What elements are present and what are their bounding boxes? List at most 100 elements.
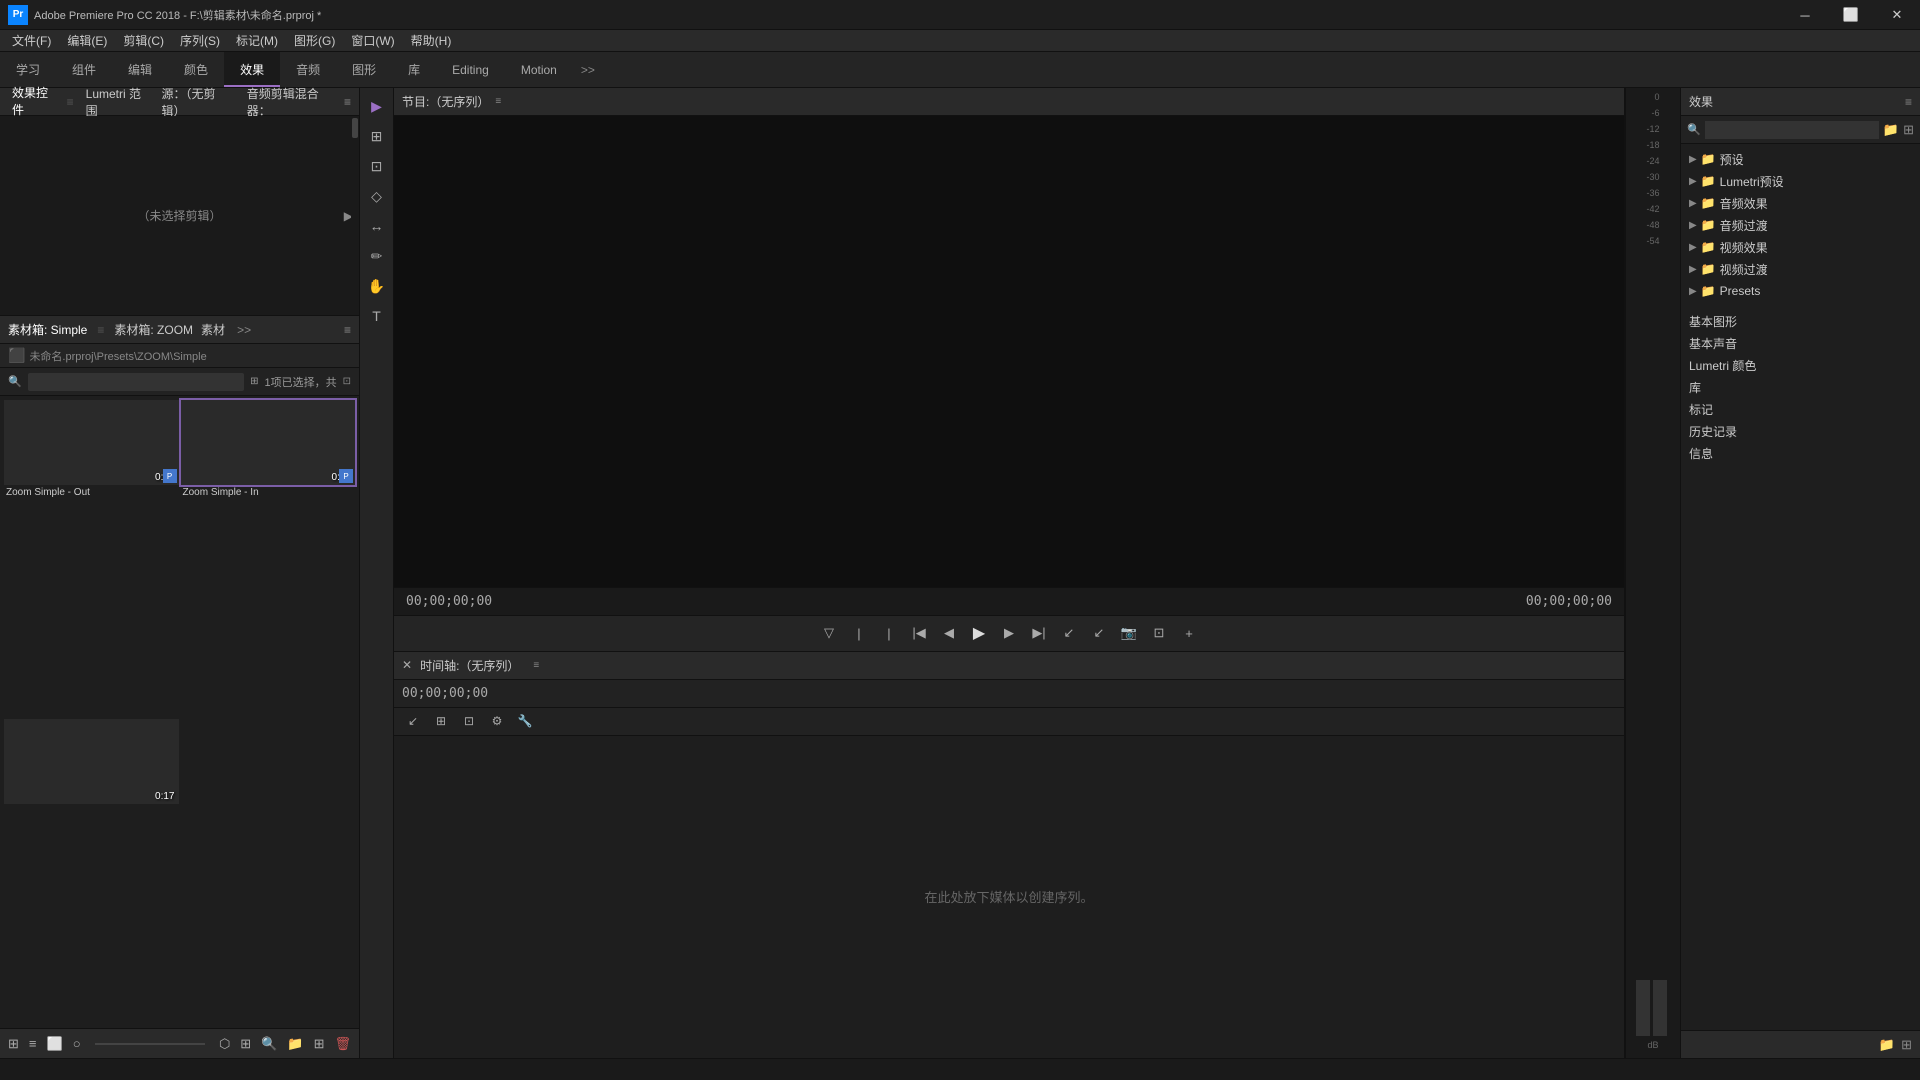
tab-source-monitor[interactable]: 源：（无剪辑） xyxy=(157,83,234,121)
btn-go-to-in[interactable]: |◀ xyxy=(907,621,931,645)
btn-clip-mark[interactable]: | xyxy=(877,621,901,645)
more-tabs-button[interactable]: >> xyxy=(573,63,603,77)
section-library[interactable]: 库 xyxy=(1681,376,1920,398)
btn-compare[interactable]: ⊡ xyxy=(1147,621,1171,645)
section-basic-graphics[interactable]: 基本图形 xyxy=(1681,310,1920,332)
minimize-button[interactable]: ─ xyxy=(1782,0,1828,30)
maximize-button[interactable]: ⬜ xyxy=(1828,0,1874,30)
tool-razor[interactable]: ◇ xyxy=(363,182,391,210)
effects-panel-menu[interactable]: ≡ xyxy=(1905,95,1912,109)
clip-item-zoom-in[interactable]: 0:17 P Zoom Simple - In Zoom Simple - In… xyxy=(181,400,356,717)
zoom-slider-track[interactable] xyxy=(95,1043,205,1045)
panel-menu-icon[interactable]: ≡ xyxy=(344,95,351,109)
program-controls: ▽ | | |◀ ◀ ▶ ▶ ▶| ↙ ↙ 📷 ⊡ + xyxy=(394,615,1624,651)
section-basic-sound[interactable]: 基本声音 xyxy=(1681,332,1920,354)
effects-sections: 基本图形 基本声音 Lumetri 颜色 库 标记 历史记录 信息 xyxy=(1681,310,1920,464)
bin-search-input[interactable] xyxy=(32,376,240,388)
icon-zoom-slider[interactable]: ○ xyxy=(73,1036,81,1051)
clip-item-zoom-out[interactable]: 0:17 P Zoom Simple - Out xyxy=(4,400,179,717)
bin-menu-icon[interactable]: ≡ xyxy=(344,323,351,337)
tl-btn-snap[interactable]: ↙ xyxy=(402,710,424,732)
program-monitor-title: 节目:（无序列） xyxy=(402,93,489,110)
menu-help[interactable]: 帮助(H) xyxy=(403,30,460,51)
clip-thumb-zoom-out: 0:17 P xyxy=(4,400,179,485)
icon-freeform-view[interactable]: ⬜ xyxy=(47,1036,63,1052)
tl-btn-wrench[interactable]: 🔧 xyxy=(514,710,536,732)
btn-export-frame[interactable]: 📷 xyxy=(1117,621,1141,645)
tab-library[interactable]: 库 xyxy=(392,52,436,87)
icon-list-view[interactable]: ≡ xyxy=(29,1036,37,1051)
btn-play[interactable]: ▶ xyxy=(967,621,991,645)
btn-step-back[interactable]: ◀ xyxy=(937,621,961,645)
tl-btn-linked[interactable]: ⊞ xyxy=(430,710,452,732)
btn-step-forward[interactable]: ▶ xyxy=(997,621,1021,645)
tl-btn-settings[interactable]: ⚙ xyxy=(486,710,508,732)
btn-overwrite[interactable]: ↙ xyxy=(1087,621,1111,645)
icon-new-item[interactable]: ⊞ xyxy=(314,1036,325,1052)
timeline-close-btn[interactable]: ✕ xyxy=(402,658,412,672)
close-button[interactable]: ✕ xyxy=(1874,0,1920,30)
icon-icon-view[interactable]: ⊞ xyxy=(8,1036,19,1052)
tool-hand[interactable]: ✋ xyxy=(363,272,391,300)
timeline-menu-icon[interactable]: ≡ xyxy=(533,660,539,671)
menu-marker[interactable]: 标记(M) xyxy=(228,30,286,51)
scrollbar-thumb[interactable] xyxy=(352,118,358,138)
menu-graphic[interactable]: 图形(G) xyxy=(286,30,343,51)
menu-sequence[interactable]: 序列(S) xyxy=(172,30,228,51)
tab-motion[interactable]: Motion xyxy=(505,52,573,87)
tab-bin-media[interactable]: 素材 xyxy=(201,321,225,338)
btn-add-marker[interactable]: + xyxy=(1177,621,1201,645)
effects-item-audio-transitions[interactable]: ▶ 📁 音频过渡 xyxy=(1681,214,1920,236)
tab-bin-zoom[interactable]: 素材箱: ZOOM xyxy=(114,321,193,338)
icon-autoscale[interactable]: ⬡ xyxy=(219,1036,230,1052)
tool-select[interactable]: ▶ xyxy=(363,92,391,120)
btn-insert[interactable]: ↙ xyxy=(1057,621,1081,645)
tool-ripple-edit[interactable]: ⊡ xyxy=(363,152,391,180)
menu-window[interactable]: 窗口(W) xyxy=(343,30,402,51)
program-monitor-menu[interactable]: ≡ xyxy=(495,96,501,107)
tl-btn-markers[interactable]: ⊡ xyxy=(458,710,480,732)
effects-item-presets[interactable]: ▶ 📁 预设 xyxy=(1681,148,1920,170)
tool-track-select[interactable]: ⊞ xyxy=(363,122,391,150)
effects-footer-new-btn[interactable]: ⊞ xyxy=(1901,1037,1912,1053)
tool-type[interactable]: T xyxy=(363,302,391,330)
effects-tree-spacer xyxy=(1681,302,1920,310)
tab-editing-workspace[interactable]: Editing xyxy=(436,52,505,87)
menu-bar: 文件(F) 编辑(E) 剪辑(C) 序列(S) 标记(M) 图形(G) 窗口(W… xyxy=(0,30,1920,52)
effects-item-video-transitions[interactable]: ▶ 📁 视频过渡 xyxy=(1681,258,1920,280)
effects-item-presets-folder[interactable]: ▶ 📁 Presets xyxy=(1681,280,1920,302)
bin-icon-btn[interactable]: ⊞ xyxy=(250,376,258,387)
clip-item-city[interactable]: 0:17 xyxy=(4,719,179,1025)
effects-item-video-effects[interactable]: ▶ 📁 视频效果 xyxy=(1681,236,1920,258)
section-info[interactable]: 信息 xyxy=(1681,442,1920,464)
btn-mark-in[interactable]: ▽ xyxy=(817,621,841,645)
icon-delete[interactable]: 🗑 xyxy=(334,1036,351,1052)
tab-graphics[interactable]: 图形 xyxy=(336,52,392,87)
icon-search[interactable]: 🔍 xyxy=(261,1036,277,1052)
effects-new-icon[interactable]: ⊞ xyxy=(1903,122,1914,138)
icon-sort[interactable]: ⊞ xyxy=(240,1036,251,1052)
icon-folder[interactable]: 📁 xyxy=(287,1036,303,1052)
section-history[interactable]: 历史记录 xyxy=(1681,420,1920,442)
btn-go-to-out[interactable]: ▶| xyxy=(1027,621,1051,645)
effects-item-audio-effects[interactable]: ▶ 📁 音频效果 xyxy=(1681,192,1920,214)
tool-pen[interactable]: ✏ xyxy=(363,242,391,270)
effects-search-input[interactable] xyxy=(1705,121,1879,139)
section-markers[interactable]: 标记 xyxy=(1681,398,1920,420)
arrow-audio-transitions: ▶ xyxy=(1689,220,1697,231)
menu-edit[interactable]: 编辑(E) xyxy=(59,30,115,51)
effects-item-lumetri-presets[interactable]: ▶ 📁 Lumetri预设 xyxy=(1681,170,1920,192)
tool-slip[interactable]: ↔ xyxy=(363,212,391,240)
section-lumetri-color[interactable]: Lumetri 颜色 xyxy=(1681,354,1920,376)
meter-label-neg18: -18 xyxy=(1646,140,1659,150)
menu-file[interactable]: 文件(F) xyxy=(4,30,59,51)
btn-mark-out[interactable]: | xyxy=(847,621,871,645)
title-bar: Pr Adobe Premiere Pro CC 2018 - F:\剪辑素材\… xyxy=(0,0,1920,30)
more-bins-button[interactable]: >> xyxy=(237,323,251,337)
menu-clip[interactable]: 剪辑(C) xyxy=(115,30,172,51)
tab-audio-clip-mixer[interactable]: 音频剪辑混合器： xyxy=(243,83,336,121)
effects-footer-folder-btn[interactable]: 📁 xyxy=(1879,1037,1895,1053)
tab-lumetri-scope[interactable]: Lumetri 范围 xyxy=(82,83,150,121)
tab-bin-simple[interactable]: 素材箱: Simple xyxy=(8,321,87,338)
effects-new-folder-icon[interactable]: 📁 xyxy=(1883,122,1899,138)
